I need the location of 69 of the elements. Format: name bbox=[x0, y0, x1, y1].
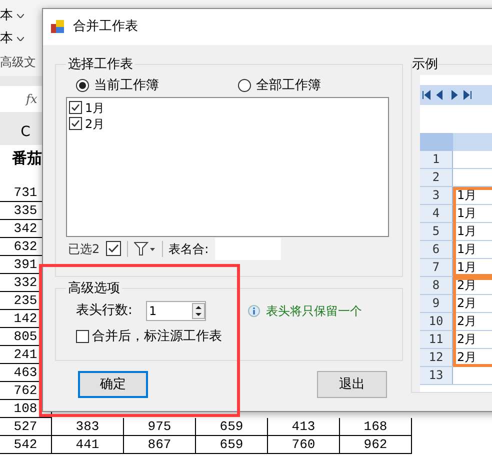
row-number: 9 bbox=[420, 294, 453, 312]
sheet-item[interactable]: 2月 bbox=[69, 116, 388, 132]
checkbox[interactable] bbox=[69, 117, 82, 130]
field-label: 表名合: bbox=[168, 240, 209, 258]
table-cell: 383 bbox=[52, 418, 124, 436]
app-icon bbox=[51, 20, 65, 34]
row-number: 3 bbox=[420, 186, 453, 204]
table-cell-text: 1月 bbox=[456, 223, 477, 240]
filter-icon[interactable] bbox=[134, 242, 156, 256]
annotate-source-option[interactable]: 合并后，标注源工作表 bbox=[76, 322, 382, 350]
table-cell: 659 bbox=[196, 418, 268, 436]
radio-option[interactable]: 当前工作簿 bbox=[66, 76, 238, 96]
table-cell: 441 bbox=[52, 436, 124, 454]
row-number: 12 bbox=[420, 348, 453, 366]
row-number: 2 bbox=[420, 168, 453, 186]
table-cell-text: 2月 bbox=[456, 313, 477, 330]
radio-button[interactable] bbox=[76, 79, 89, 92]
table-cell: 413 bbox=[268, 418, 340, 436]
table-cell-text: 2月 bbox=[456, 295, 477, 312]
table-cell: 168 bbox=[340, 418, 412, 436]
info-icon bbox=[248, 304, 260, 316]
group-title: 高级选项 bbox=[67, 280, 121, 298]
group-title: 选择工作表 bbox=[67, 56, 134, 74]
sheet-item[interactable]: 1月 bbox=[69, 100, 388, 116]
row-number: 1 bbox=[420, 150, 453, 168]
checkbox[interactable] bbox=[69, 101, 82, 114]
spinner-arrows-icon[interactable] bbox=[192, 302, 205, 318]
field-label: 表头行数: bbox=[76, 302, 134, 320]
hint-text: 表头将只保留一个 bbox=[266, 302, 362, 320]
ribbon-dropdown[interactable]: 本 bbox=[0, 4, 36, 27]
header-rows-spinner[interactable]: 1 bbox=[146, 300, 206, 320]
caret-icon bbox=[17, 14, 24, 18]
caret-icon bbox=[17, 36, 24, 40]
dialog-button[interactable]: 确定 bbox=[78, 371, 148, 398]
table-cell: 962 bbox=[340, 436, 412, 454]
row-number: 6 bbox=[420, 240, 453, 258]
select-all-icon[interactable] bbox=[106, 241, 121, 256]
table-cell-text: 2月 bbox=[456, 331, 477, 348]
group-title: 示例 bbox=[412, 56, 438, 74]
row-number: 13 bbox=[420, 366, 453, 384]
table-cell-text: 1月 bbox=[456, 187, 477, 204]
table-cell: 975 bbox=[124, 418, 196, 436]
table-cell: 527 bbox=[0, 418, 52, 436]
ribbon-dropdown[interactable]: 本 bbox=[0, 27, 36, 50]
row-number: 5 bbox=[420, 222, 453, 240]
row-number: 7 bbox=[420, 258, 453, 276]
table-cell: 760 bbox=[268, 436, 340, 454]
table-cell-text: 1月 bbox=[456, 241, 477, 258]
row-number: 4 bbox=[420, 204, 453, 222]
checkbox[interactable] bbox=[76, 330, 89, 343]
radio-option[interactable]: 全部工作簿 bbox=[238, 76, 321, 96]
row-number: 11 bbox=[420, 330, 453, 348]
table-cell-text: 1月 bbox=[456, 259, 477, 276]
window-title: 合并工作表 bbox=[73, 18, 138, 36]
table-cell: 659 bbox=[196, 436, 268, 454]
table-cell-text: 2月 bbox=[456, 349, 477, 366]
name-filter-input[interactable] bbox=[214, 238, 281, 260]
function-icon[interactable]: fx bbox=[26, 90, 38, 108]
table-cell-text: 1月 bbox=[456, 205, 477, 222]
ribbon-group-label: 高级文 bbox=[0, 54, 36, 71]
selected-count: 已选2 bbox=[67, 240, 100, 258]
table-cell: 867 bbox=[124, 436, 196, 454]
row-number: 8 bbox=[420, 276, 453, 294]
table-cell-text: 2月 bbox=[456, 277, 477, 294]
row-number: 10 bbox=[420, 312, 453, 330]
table-cell-text: 番茄 bbox=[12, 148, 42, 170]
dialog-button[interactable]: 退出 bbox=[317, 371, 387, 398]
radio-button[interactable] bbox=[238, 79, 251, 92]
table-cell: 542 bbox=[0, 436, 52, 454]
